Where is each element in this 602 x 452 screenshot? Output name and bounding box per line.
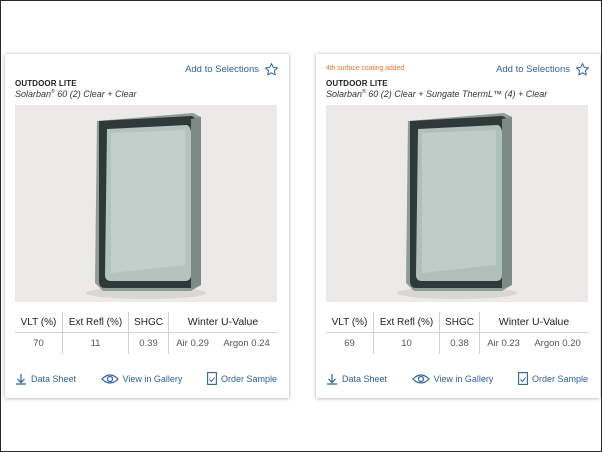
value-vlt: 70 bbox=[15, 333, 63, 354]
sample-document-icon bbox=[207, 372, 217, 385]
value-ext-refl: 11 bbox=[63, 333, 129, 354]
value-shgc: 0.39 bbox=[129, 333, 169, 354]
star-icon bbox=[265, 63, 278, 76]
value-winter-u: Air 0.29 Argon 0.24 bbox=[169, 333, 277, 354]
star-icon bbox=[576, 63, 589, 76]
glass-card-2: 4th surface coating added Add to Selecti… bbox=[316, 54, 600, 398]
value-argon: Argon 0.24 bbox=[223, 338, 270, 349]
view-in-gallery-link[interactable]: View in Gallery bbox=[100, 373, 182, 385]
order-sample-link[interactable]: Order Sample bbox=[207, 372, 277, 385]
header-shgc: SHGC bbox=[440, 312, 480, 332]
coating-note: 4th surface coating added bbox=[326, 65, 405, 72]
eye-icon bbox=[100, 373, 119, 384]
data-sheet-link[interactable]: Data Sheet bbox=[15, 373, 76, 385]
header-vlt: VLT (%) bbox=[326, 312, 374, 332]
performance-table: VLT (%) Ext Refl (%) SHGC Winter U-Value… bbox=[15, 312, 277, 354]
download-icon bbox=[16, 373, 26, 385]
add-to-selections-label: Add to Selections bbox=[496, 64, 570, 75]
value-vlt: 69 bbox=[326, 333, 374, 354]
lite-label: OUTDOOR LITE bbox=[15, 79, 77, 88]
glass-card-1: Add to Selections OUTDOOR LITE Solarban®… bbox=[5, 54, 289, 398]
glass-sample-image bbox=[326, 105, 588, 302]
header-shgc: SHGC bbox=[129, 312, 169, 332]
sample-document-icon bbox=[518, 372, 528, 385]
download-icon bbox=[327, 373, 337, 385]
card-actions: Data Sheet View in Gallery Order Sample bbox=[326, 372, 588, 385]
eye-icon bbox=[411, 373, 430, 384]
product-name: Solarban® 60 (2) Clear + Clear bbox=[15, 89, 137, 99]
view-in-gallery-link[interactable]: View in Gallery bbox=[411, 373, 493, 385]
value-ext-refl: 10 bbox=[374, 333, 440, 354]
value-air: Air 0.29 bbox=[176, 338, 209, 349]
value-shgc: 0.38 bbox=[440, 333, 480, 354]
data-sheet-link[interactable]: Data Sheet bbox=[326, 373, 387, 385]
order-sample-link[interactable]: Order Sample bbox=[518, 372, 588, 385]
header-winter-u: Winter U-Value bbox=[187, 316, 259, 328]
add-to-selections-button[interactable]: Add to Selections bbox=[496, 62, 590, 77]
value-air: Air 0.23 bbox=[487, 338, 520, 349]
value-winter-u: Air 0.23 Argon 0.20 bbox=[480, 333, 588, 354]
add-to-selections-button[interactable]: Add to Selections bbox=[185, 62, 279, 77]
add-to-selections-label: Add to Selections bbox=[185, 64, 259, 75]
card-actions: Data Sheet View in Gallery Order Sample bbox=[15, 372, 277, 385]
performance-table: VLT (%) Ext Refl (%) SHGC Winter U-Value… bbox=[326, 312, 588, 354]
header-winter-u: Winter U-Value bbox=[498, 316, 570, 328]
value-argon: Argon 0.20 bbox=[534, 338, 581, 349]
glass-sample-image bbox=[15, 105, 277, 302]
lite-label: OUTDOOR LITE bbox=[326, 79, 388, 88]
header-ext-refl: Ext Refl (%) bbox=[374, 312, 440, 332]
header-ext-refl: Ext Refl (%) bbox=[63, 312, 129, 332]
product-name: Solarban® 60 (2) Clear + Sungate ThermL™… bbox=[326, 89, 548, 99]
header-vlt: VLT (%) bbox=[15, 312, 63, 332]
